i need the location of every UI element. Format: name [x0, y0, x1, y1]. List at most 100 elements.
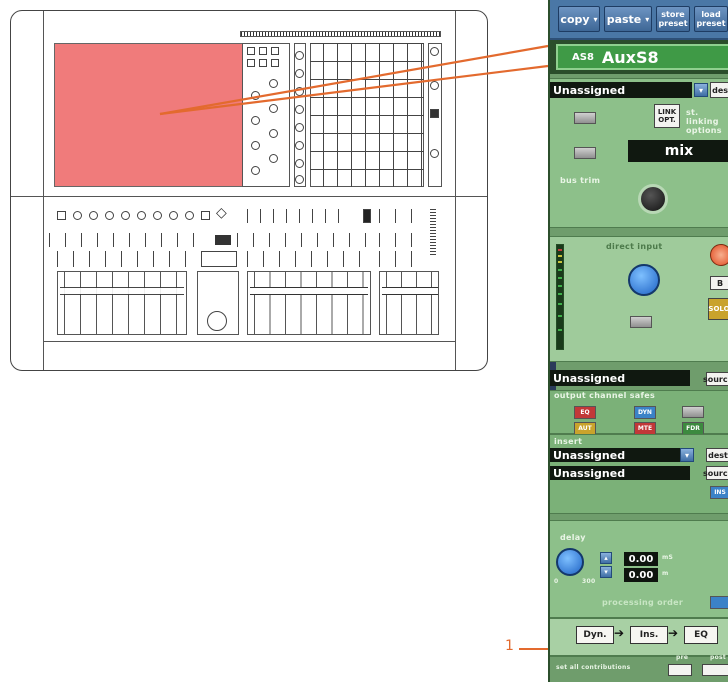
safe-dyn-button[interactable]: DYN [634, 406, 656, 419]
lower-select-row [379, 251, 427, 267]
lower-btn [201, 211, 210, 220]
delay-label: delay [560, 533, 586, 542]
order-eq[interactable]: EQ [684, 626, 718, 644]
direct-input-label: direct input [606, 242, 663, 251]
safe-eq-button[interactable]: EQ [574, 406, 596, 419]
order-dyn[interactable]: Dyn. [576, 626, 614, 644]
lower-select-row [57, 251, 197, 267]
routing-dest-button[interactable]: dest [710, 82, 728, 98]
fader-caps-left [60, 287, 184, 295]
lower-knob [185, 211, 194, 220]
upper-btn [430, 109, 439, 118]
insert-source-button[interactable]: source [703, 466, 728, 480]
lower-knob [73, 211, 82, 220]
upper-knob [269, 79, 278, 88]
upper-btn [247, 47, 255, 55]
level-meter [556, 244, 564, 350]
upper-module-grid [310, 43, 424, 187]
chevron-down-icon: ▾ [593, 14, 598, 24]
upper-knob [430, 81, 439, 90]
meter-seg [558, 329, 562, 331]
paste-button[interactable]: paste ▾ [604, 6, 652, 32]
touch-screen [54, 43, 251, 187]
solo-button[interactable]: SOLO [708, 298, 728, 320]
routing-dest-field[interactable]: Unassigned [550, 82, 692, 98]
upper-knob [295, 141, 304, 150]
pre-label: pre [676, 654, 689, 661]
meter-strip [430, 207, 436, 255]
lower-knob [121, 211, 130, 220]
channel-name-display: AS8 AuxS8 [556, 44, 728, 70]
direct-input-knob[interactable] [628, 264, 660, 296]
safes-label: output channel safes [554, 391, 656, 400]
mix-toggle[interactable] [574, 147, 596, 159]
console-diagram: ◇ [10, 10, 488, 371]
upper-knob [430, 149, 439, 158]
linking-line1: st. linking [686, 108, 719, 126]
linking-line2: options [686, 126, 722, 135]
upper-knob [295, 69, 304, 78]
direct-input-toggle[interactable] [630, 316, 652, 328]
post-button[interactable] [702, 664, 728, 676]
pre-button[interactable] [668, 664, 692, 676]
load-preset-button[interactable]: load preset [694, 6, 728, 32]
upper-knob [295, 87, 304, 96]
ins-button[interactable]: INS [710, 486, 728, 499]
post-label: post [710, 654, 727, 661]
record-icon[interactable] [710, 244, 728, 266]
store-preset-line2: preset [658, 19, 688, 28]
copy-label: copy [560, 12, 590, 26]
bus-trim-knob[interactable] [638, 184, 668, 214]
mix-display: mix [628, 140, 728, 162]
insert-label: insert [554, 437, 583, 446]
delay-ms-unit: mS [662, 554, 674, 561]
upper-knob [295, 51, 304, 60]
insert-dest-field[interactable]: Unassigned [550, 448, 680, 462]
channel-code: AS8 [572, 51, 594, 63]
lower-btn [57, 211, 66, 220]
insert-source-field[interactable]: Unassigned [550, 466, 690, 480]
delay-down-icon[interactable]: ▾ [600, 566, 612, 578]
meter-seg [558, 255, 562, 257]
link-toggle[interactable] [574, 112, 596, 124]
delay-knob[interactable] [556, 548, 584, 576]
load-preset-line2: preset [696, 19, 726, 28]
lower-select-row [247, 251, 373, 267]
delay-m-value[interactable]: 0.00 [624, 568, 658, 582]
lower-knob [105, 211, 114, 220]
delay-ms-value[interactable]: 0.00 [624, 552, 658, 566]
upper-knob [295, 159, 304, 168]
fader-caps-right [382, 287, 438, 295]
safe-extra-toggle[interactable] [682, 406, 704, 418]
insert-dest-button[interactable]: dest [706, 448, 728, 462]
insert-dropdown-arrow[interactable]: ▾ [680, 448, 694, 462]
upper-btn [247, 59, 255, 67]
meter-seg [558, 315, 562, 317]
console-divider [11, 196, 487, 197]
source-button[interactable]: source [703, 372, 728, 386]
bus-trim-label: bus trim [560, 176, 601, 185]
callout-number: 1 [505, 638, 514, 654]
routing-dropdown-arrow[interactable]: ▾ [694, 83, 708, 97]
b-button[interactable]: B [710, 276, 728, 290]
delay-up-icon[interactable]: ▴ [600, 552, 612, 564]
lower-select-row [237, 233, 367, 247]
upper-knob [251, 91, 260, 100]
paste-label: paste [606, 12, 642, 26]
copy-button[interactable]: copy ▾ [558, 6, 600, 32]
upper-knob [295, 105, 304, 114]
upper-btn [259, 47, 267, 55]
store-preset-line1: store [661, 10, 685, 19]
lower-select-row [379, 209, 427, 223]
meter-seg [558, 249, 562, 251]
link-opt-button[interactable]: LINK OPT. [654, 104, 680, 128]
processing-order-button[interactable] [710, 596, 728, 609]
upper-btn [271, 47, 279, 55]
upper-knob [295, 175, 304, 184]
store-preset-button[interactable]: store preset [656, 6, 690, 32]
meter-seg [558, 285, 562, 287]
source-field[interactable]: Unassigned [550, 370, 690, 386]
toolbar: copy ▾ paste ▾ store preset load preset [550, 0, 728, 40]
order-ins[interactable]: Ins. [630, 626, 668, 644]
upper-knob [269, 154, 278, 163]
